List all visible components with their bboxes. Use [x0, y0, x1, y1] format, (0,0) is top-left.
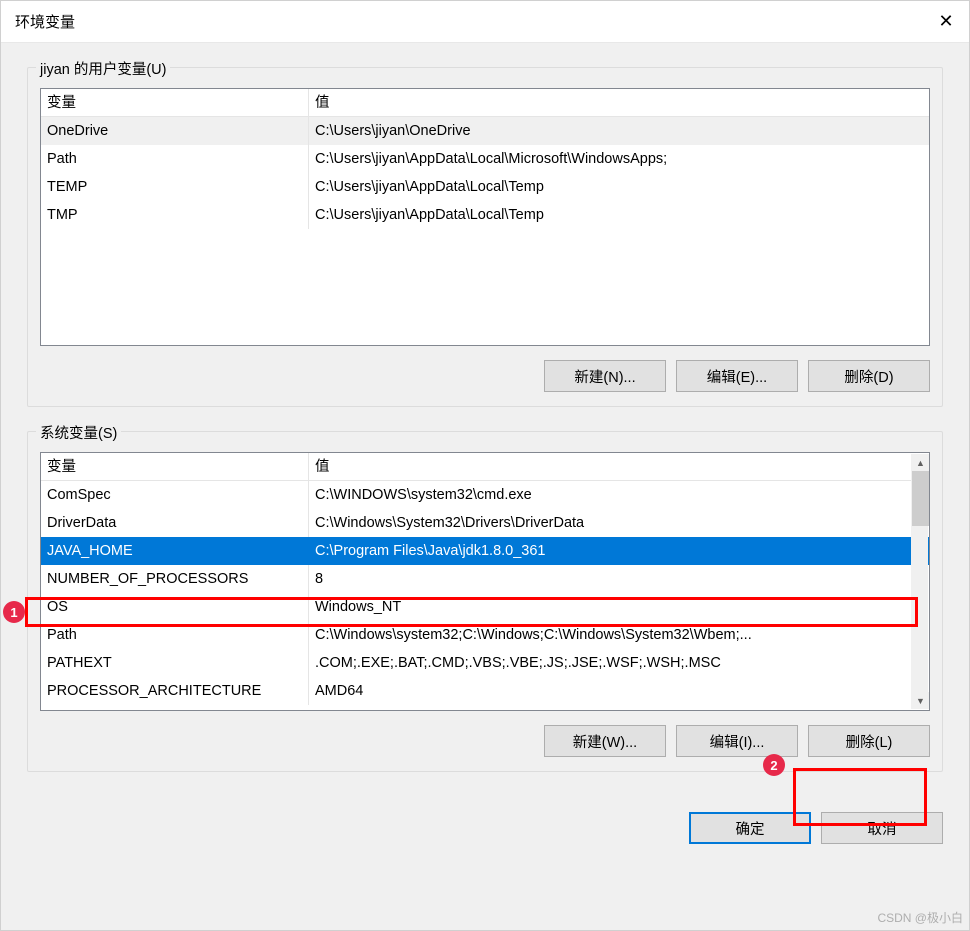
scrollbar[interactable]: ▲ ▼ [911, 454, 928, 709]
table-row[interactable]: TEMPC:\Users\jiyan\AppData\Local\Temp [41, 173, 929, 201]
system-edit-button[interactable]: 编辑(I)... [676, 725, 798, 757]
system-list-body: ComSpecC:\WINDOWS\system32\cmd.exeDriver… [41, 481, 929, 710]
var-value: 8 [309, 565, 929, 593]
watermark: CSDN @极小白 [877, 909, 963, 926]
user-variables-label: jiyan 的用户变量(U) [36, 58, 170, 79]
cancel-button[interactable]: 取消 [821, 812, 943, 844]
user-variables-group: jiyan 的用户变量(U) 变量 值 OneDriveC:\Users\jiy… [27, 67, 943, 407]
table-row[interactable]: PROCESSOR_ARCHITECTUREAMD64 [41, 677, 929, 705]
col-header-name[interactable]: 变量 [41, 453, 309, 480]
table-row[interactable]: NUMBER_OF_PROCESSORS8 [41, 565, 929, 593]
system-variables-label: 系统变量(S) [36, 422, 121, 443]
user-edit-button[interactable]: 编辑(E)... [676, 360, 798, 392]
user-delete-button[interactable]: 删除(D) [808, 360, 930, 392]
var-value: C:\WINDOWS\system32\cmd.exe [309, 481, 929, 509]
col-header-value[interactable]: 值 [309, 453, 929, 480]
system-variables-list[interactable]: 变量 值 ComSpecC:\WINDOWS\system32\cmd.exeD… [40, 452, 930, 711]
var-name: Path [41, 145, 309, 173]
ok-button[interactable]: 确定 [689, 812, 811, 844]
close-icon: ✕ [938, 11, 953, 32]
environment-variables-dialog: 环境变量 ✕ jiyan 的用户变量(U) 变量 值 OneDriveC:\Us… [0, 0, 970, 931]
dialog-content: jiyan 的用户变量(U) 变量 值 OneDriveC:\Users\jiy… [1, 43, 969, 806]
var-name: PROCESSOR_ARCHITECTURE [41, 677, 309, 705]
user-new-button[interactable]: 新建(N)... [544, 360, 666, 392]
table-row[interactable]: ComSpecC:\WINDOWS\system32\cmd.exe [41, 481, 929, 509]
system-variables-group: 系统变量(S) 变量 值 ComSpecC:\WINDOWS\system32\… [27, 431, 943, 772]
system-button-row: 新建(W)... 编辑(I)... 删除(L) [40, 725, 930, 757]
var-name: ComSpec [41, 481, 309, 509]
var-name: OS [41, 593, 309, 621]
var-name: TEMP [41, 173, 309, 201]
system-new-button[interactable]: 新建(W)... [544, 725, 666, 757]
list-header: 变量 值 [41, 89, 929, 117]
var-name: PATHEXT [41, 649, 309, 677]
annotation-badge-2: 2 [763, 754, 785, 776]
dialog-button-row: 确定 取消 [1, 806, 969, 844]
var-value: C:\Windows\System32\Drivers\DriverData [309, 509, 929, 537]
user-variables-list[interactable]: 变量 值 OneDriveC:\Users\jiyan\OneDrivePath… [40, 88, 930, 346]
var-value: C:\Users\jiyan\AppData\Local\Microsoft\W… [309, 145, 929, 173]
scroll-thumb[interactable] [912, 471, 929, 526]
list-header: 变量 值 [41, 453, 929, 481]
col-header-name[interactable]: 变量 [41, 89, 309, 116]
table-row[interactable]: PATHEXT.COM;.EXE;.BAT;.CMD;.VBS;.VBE;.JS… [41, 649, 929, 677]
var-name: DriverData [41, 509, 309, 537]
var-name: OneDrive [41, 117, 309, 145]
table-row[interactable]: OSWindows_NT [41, 593, 929, 621]
window-title: 环境变量 [15, 11, 75, 32]
table-row[interactable]: DriverDataC:\Windows\System32\Drivers\Dr… [41, 509, 929, 537]
var-value: C:\Users\jiyan\OneDrive [309, 117, 929, 145]
var-name: Path [41, 621, 309, 649]
var-name: JAVA_HOME [41, 537, 309, 565]
table-row[interactable]: JAVA_HOMEC:\Program Files\Java\jdk1.8.0_… [41, 537, 929, 565]
table-row[interactable]: TMPC:\Users\jiyan\AppData\Local\Temp [41, 201, 929, 229]
scroll-up-icon[interactable]: ▲ [912, 454, 929, 471]
var-name: TMP [41, 201, 309, 229]
user-button-row: 新建(N)... 编辑(E)... 删除(D) [40, 360, 930, 392]
col-header-value[interactable]: 值 [309, 89, 929, 116]
table-row[interactable]: PathC:\Users\jiyan\AppData\Local\Microso… [41, 145, 929, 173]
user-list-body: OneDriveC:\Users\jiyan\OneDrivePathC:\Us… [41, 117, 929, 345]
var-value: C:\Windows\system32;C:\Windows;C:\Window… [309, 621, 929, 649]
var-value: C:\Users\jiyan\AppData\Local\Temp [309, 201, 929, 229]
var-value: C:\Program Files\Java\jdk1.8.0_361 [309, 537, 929, 565]
var-value: AMD64 [309, 677, 929, 705]
table-row[interactable]: OneDriveC:\Users\jiyan\OneDrive [41, 117, 929, 145]
var-value: Windows_NT [309, 593, 929, 621]
var-value: .COM;.EXE;.BAT;.CMD;.VBS;.VBE;.JS;.JSE;.… [309, 649, 929, 677]
titlebar: 环境变量 ✕ [1, 1, 969, 43]
close-button[interactable]: ✕ [923, 1, 969, 43]
system-delete-button[interactable]: 删除(L) [808, 725, 930, 757]
annotation-badge-1: 1 [3, 601, 25, 623]
scroll-down-icon[interactable]: ▼ [912, 692, 929, 709]
var-name: NUMBER_OF_PROCESSORS [41, 565, 309, 593]
var-value: C:\Users\jiyan\AppData\Local\Temp [309, 173, 929, 201]
table-row[interactable]: PathC:\Windows\system32;C:\Windows;C:\Wi… [41, 621, 929, 649]
